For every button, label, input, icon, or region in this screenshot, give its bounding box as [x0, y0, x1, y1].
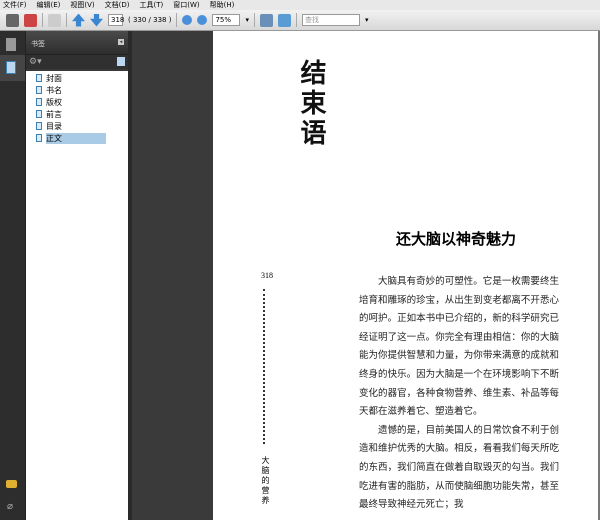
search-input[interactable]: 查找 [301, 14, 360, 26]
chevron-down-icon[interactable]: ▾ [365, 16, 369, 24]
paragraph: 遗憾的是，目前美国人的日常饮食不利于创造和维护优秀的大脑。相反，看看我们每天所吃… [359, 424, 559, 511]
page-count: ( 330 / 338 ) [128, 16, 172, 24]
separator [176, 13, 178, 27]
separator [253, 13, 255, 27]
chevron-down-icon[interactable]: ▾ [245, 16, 249, 24]
menu-bar: 文件(F) 编辑(E) 视图(V) 文档(D) 工具(T) 窗口(W) 帮助(H… [0, 0, 600, 10]
fit-width-icon[interactable] [259, 13, 273, 27]
paragraph: 大脑具有奇妙的可塑性。它是一枚需要终生培育和雕琢的珍宝，从出生到变老都离不开悉心… [359, 276, 559, 418]
zoom-in-icon[interactable] [197, 15, 208, 25]
bookmark-item[interactable]: 封面 [26, 72, 128, 84]
menu-edit[interactable]: 编辑(E) [37, 0, 61, 10]
bookmark-icon [36, 86, 42, 94]
menu-help[interactable]: 帮助(H) [210, 0, 235, 10]
attachment-icon[interactable]: ⌀ [7, 501, 13, 512]
bookmark-item[interactable]: 目录 [26, 120, 128, 132]
create-pdf-icon[interactable] [24, 13, 37, 27]
bookmark-icon [36, 110, 42, 118]
zoom-out-icon[interactable] [182, 15, 193, 25]
bookmark-item[interactable]: 前言 [26, 108, 128, 120]
bookmark-icon [36, 134, 42, 142]
part-title: 结束语 [296, 59, 326, 149]
bookmark-item[interactable]: 书名 [26, 84, 128, 96]
fit-page-icon[interactable] [277, 13, 291, 27]
bookmark-icon [36, 98, 42, 106]
menu-view[interactable]: 视图(V) [70, 0, 94, 10]
bookmark-item[interactable]: 版权 [26, 96, 128, 108]
panel-title: 书签 [31, 40, 45, 48]
running-head: 大脑的营养 [261, 456, 270, 506]
bookmark-icon [6, 61, 16, 74]
panel-toolbar: ⚙▾ [26, 55, 128, 69]
toolbar: 318 ( 330 / 338 ) 75% ▾ 查找 ▾ [0, 10, 600, 31]
bookmark-item-selected[interactable]: 正文 [26, 132, 128, 144]
bookmark-list: 封面 书名 版权 前言 目录 正文 [26, 71, 128, 520]
next-page-icon[interactable] [90, 13, 103, 27]
collapse-panel-icon[interactable]: ◂ [118, 39, 124, 45]
zoom-select[interactable]: 75% [212, 14, 241, 26]
print-icon[interactable] [6, 13, 19, 27]
decorative-border [263, 289, 267, 444]
bookmark-icon [36, 74, 42, 82]
document-page: 结束语 还大脑以神奇魅力 318 大脑的营养 大脑具有奇妙的可塑性。它是一枚需要… [213, 31, 598, 520]
new-bookmark-icon[interactable] [117, 57, 125, 66]
page-number-input[interactable]: 318 [108, 14, 124, 26]
separator [295, 13, 297, 27]
menu-document[interactable]: 文档(D) [105, 0, 130, 10]
bookmarks-panel: 书签 ◂ ⚙▾ 封面 书名 版权 前言 目录 正文 [25, 31, 128, 520]
separator [66, 13, 67, 27]
panel-splitter[interactable] [128, 31, 132, 520]
menu-tools[interactable]: 工具(T) [140, 0, 164, 10]
chapter-heading: 还大脑以神奇魅力 [396, 230, 517, 248]
menu-window[interactable]: 窗口(W) [173, 0, 199, 10]
bookmark-icon [36, 122, 42, 130]
body-text: 大脑具有奇妙的可塑性。它是一枚需要终生培育和雕琢的珍宝，从出生到变老都离不开悉心… [359, 273, 559, 515]
pages-icon[interactable] [6, 38, 16, 51]
page-number: 318 [261, 271, 273, 280]
separator [42, 13, 43, 27]
menu-file[interactable]: 文件(F) [3, 0, 27, 10]
bookmarks-tab[interactable] [0, 55, 25, 81]
prev-page-icon[interactable] [72, 13, 85, 27]
comments-icon[interactable] [6, 480, 17, 488]
panel-header: 书签 ◂ [26, 31, 128, 55]
options-gear-icon[interactable]: ⚙▾ [29, 57, 42, 67]
comment-icon[interactable] [48, 13, 61, 27]
navigation-strip: ⌀ [0, 31, 25, 520]
